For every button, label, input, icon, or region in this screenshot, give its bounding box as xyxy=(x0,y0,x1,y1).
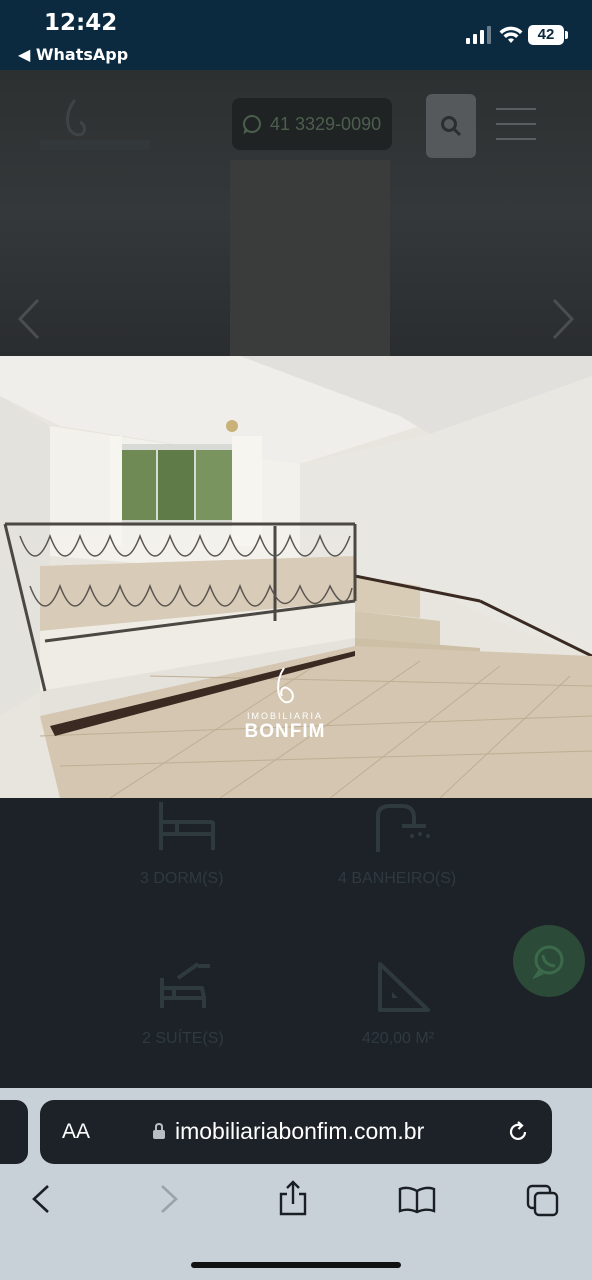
shower-icon xyxy=(376,804,430,852)
property-features: 3 DORM(S) 4 BANHEIRO(S) 2 SUÍTE(S) 420,0… xyxy=(0,798,592,1088)
bonfim-watermark-logo-icon xyxy=(277,667,294,704)
bookmarks-icon[interactable] xyxy=(398,1186,436,1214)
battery-indicator: 42 xyxy=(528,25,564,45)
area-triangle-icon xyxy=(378,962,430,1012)
watermark-title: BONFIM xyxy=(244,721,326,742)
phone-number: 41 3329-0090 xyxy=(270,114,382,134)
status-time: 12:42 xyxy=(44,10,118,36)
door-shape xyxy=(230,160,390,356)
safari-toolbar: AA imobiliariabonfim.com.br xyxy=(0,1088,592,1280)
carousel-prev-arrow-icon[interactable] xyxy=(16,296,42,342)
share-icon[interactable] xyxy=(278,1180,308,1216)
watermark-subtitle: IMOBILIARIA xyxy=(246,711,323,721)
site-header: 41 3329-0090 xyxy=(0,70,592,356)
reader-aa-button[interactable]: AA xyxy=(62,1120,90,1144)
feature-suites-label: 2 SUÍTE(S) xyxy=(142,1030,224,1047)
battery-tip xyxy=(565,31,568,39)
forward-arrow-icon[interactable] xyxy=(158,1184,180,1214)
bed-icon xyxy=(159,802,215,850)
hamburger-menu-button[interactable] xyxy=(496,108,536,144)
back-to-whatsapp[interactable]: ◀ WhatsApp xyxy=(18,45,128,64)
feature-bathrooms-label: 4 BANHEIRO(S) xyxy=(338,870,457,887)
home-indicator[interactable] xyxy=(191,1262,401,1268)
reload-icon[interactable] xyxy=(506,1120,530,1144)
search-button[interactable] xyxy=(426,94,476,158)
address-bar[interactable]: AA imobiliariabonfim.com.br xyxy=(40,1100,552,1164)
lock-icon xyxy=(153,1122,165,1139)
previous-tab-peek[interactable] xyxy=(0,1100,28,1164)
tabs-icon[interactable] xyxy=(526,1184,560,1218)
bonfim-watermark: IMOBILIARIA BONFIM xyxy=(200,666,370,743)
feature-area-label: 420,00 M² xyxy=(362,1030,435,1047)
feature-bedrooms-label: 3 DORM(S) xyxy=(140,870,224,887)
carousel-next-arrow-icon[interactable] xyxy=(550,296,576,342)
feature-bedrooms: 3 DORM(S) 4 BANHEIRO(S) 2 SUÍTE(S) 420,0… xyxy=(0,798,592,1088)
whatsapp-icon xyxy=(243,115,261,134)
wifi-icon xyxy=(499,26,523,43)
back-arrow-icon[interactable] xyxy=(30,1184,52,1214)
url-text: imobiliariabonfim.com.br xyxy=(175,1118,425,1144)
whatsapp-icon xyxy=(532,945,564,979)
phone-contact-button[interactable]: 41 3329-0090 xyxy=(232,98,392,150)
property-photo[interactable]: IMOBILIARIA BONFIM xyxy=(0,356,592,798)
status-bar: 12:42 ◀ WhatsApp 42 xyxy=(0,0,592,70)
whatsapp-float-button[interactable] xyxy=(513,925,585,997)
search-icon xyxy=(441,116,462,137)
cellular-signal-icon xyxy=(466,26,491,44)
suite-bath-icon xyxy=(160,962,210,1008)
bonfim-logo-icon[interactable] xyxy=(40,90,150,160)
